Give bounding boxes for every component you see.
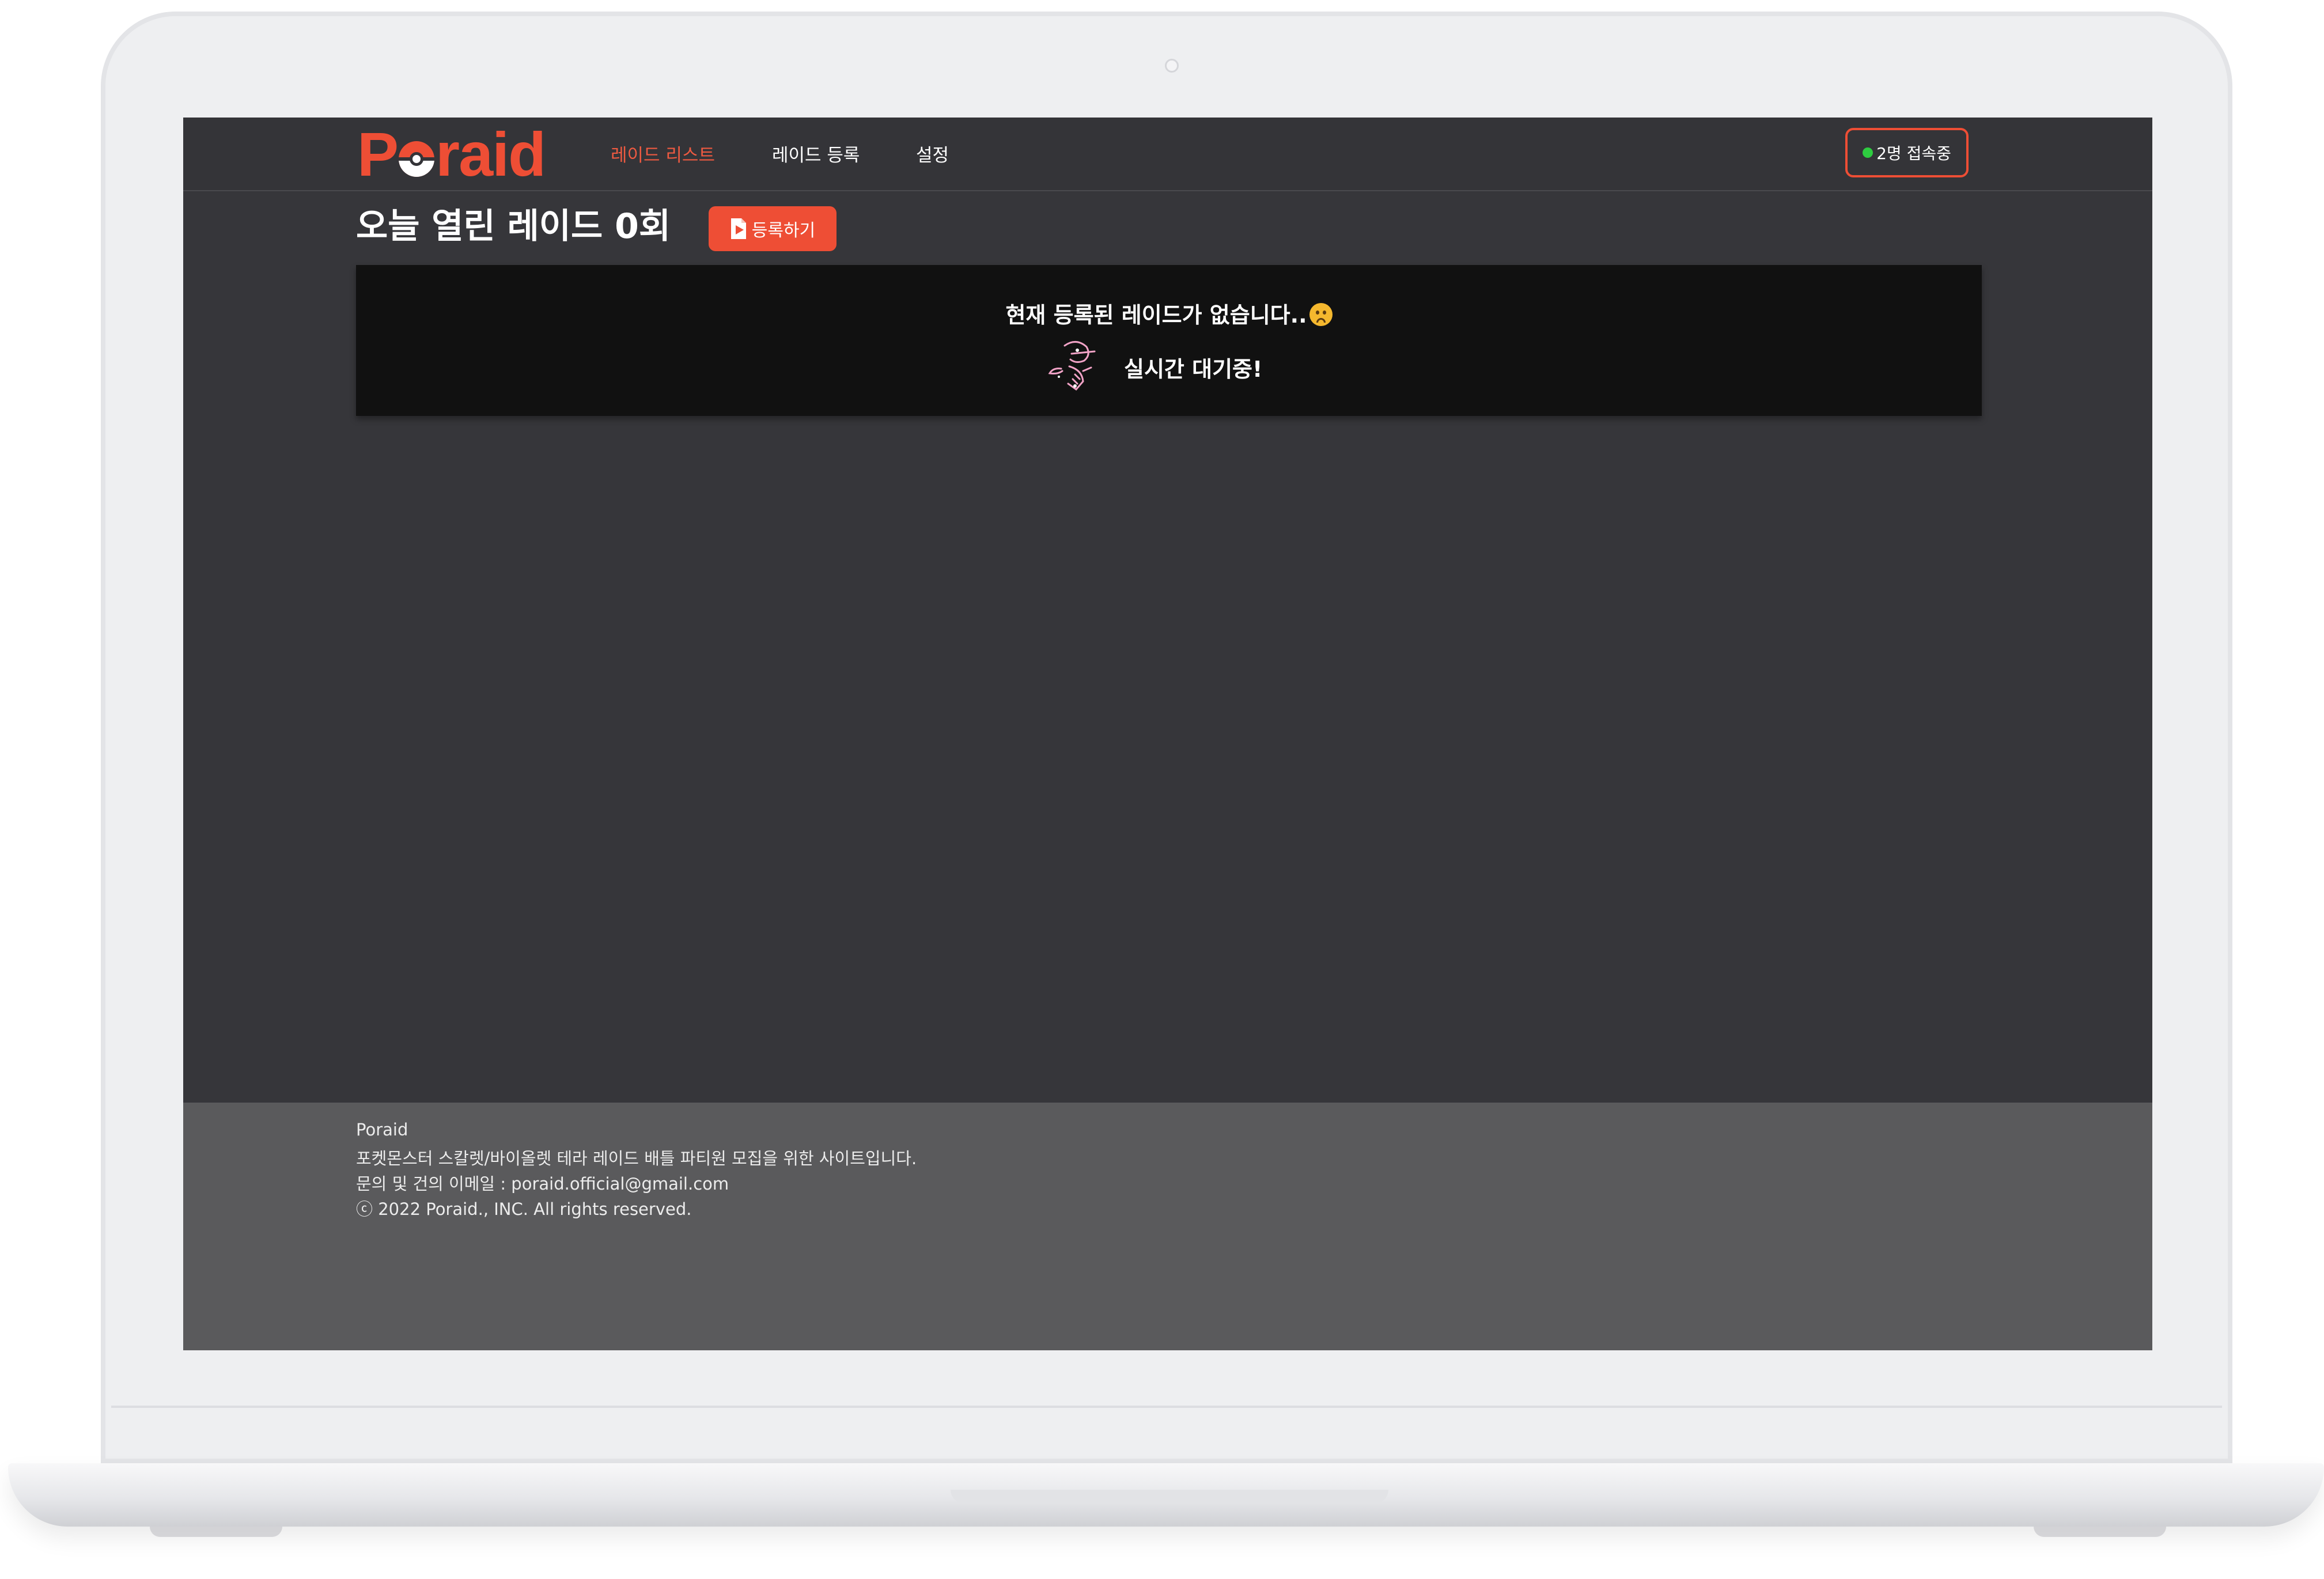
footer-contact-email: 문의 및 건의 이메일 : poraid.official@gmail.com: [356, 1174, 729, 1194]
browser-screen: P raid 레이드 리스트 레이드 등록 설정 2명 접속중 오늘 열린 레이…: [183, 118, 2152, 1350]
empty-message-text: 현재 등록된 레이드가 없습니다..: [1005, 302, 1307, 328]
nav-settings[interactable]: 설정: [916, 141, 949, 166]
empty-message: 현재 등록된 레이드가 없습니다..: [356, 297, 1982, 329]
lid-divider: [111, 1406, 2222, 1408]
logo-text-start: P: [357, 119, 399, 189]
page-title: 오늘 열린 레이드 0회: [356, 206, 671, 247]
online-users-badge: 2명 접속중: [1845, 128, 1969, 177]
navbar: P raid 레이드 리스트 레이드 등록 설정 2명 접속중: [183, 118, 2152, 191]
register-raid-button[interactable]: 등록하기: [709, 206, 837, 251]
online-users-text: 2명 접속중: [1876, 144, 1951, 163]
nav-raid-list[interactable]: 레이드 리스트: [611, 141, 715, 166]
poraid-logo[interactable]: P raid: [357, 119, 546, 189]
laptop-notch: [951, 1490, 1388, 1504]
nav-raid-register[interactable]: 레이드 등록: [772, 141, 860, 166]
footer: Poraid 포켓몬스터 스칼렛/바이올렛 테라 레이드 배틀 파티원 모집을 …: [183, 1103, 2152, 1350]
document-arrow-icon: [730, 218, 746, 239]
camera-icon: [1165, 59, 1179, 73]
footer-description: 포켓몬스터 스칼렛/바이올렛 테라 레이드 배틀 파티원 모집을 위한 사이트입…: [356, 1149, 917, 1168]
waiting-text: 실시간 대기중!: [1124, 357, 1263, 382]
footer-copyright: ⓒ 2022 Poraid., INC. All rights reserved…: [356, 1199, 692, 1219]
pokemon-sketch-icon: [1048, 341, 1096, 391]
online-status-dot-icon: [1863, 147, 1873, 158]
sad-face-icon: [1309, 303, 1333, 326]
register-button-label: 등록하기: [751, 221, 816, 241]
footer-brand: Poraid: [356, 1120, 408, 1139]
laptop-foot-left: [150, 1527, 282, 1537]
empty-raid-panel: 현재 등록된 레이드가 없습니다.. 실시간 대기중!: [356, 265, 1982, 416]
logo-text-end: raid: [436, 119, 546, 189]
pokeball-icon: [399, 141, 435, 177]
laptop-foot-right: [2034, 1527, 2166, 1537]
waiting-status: 실시간 대기중!: [356, 334, 1982, 397]
